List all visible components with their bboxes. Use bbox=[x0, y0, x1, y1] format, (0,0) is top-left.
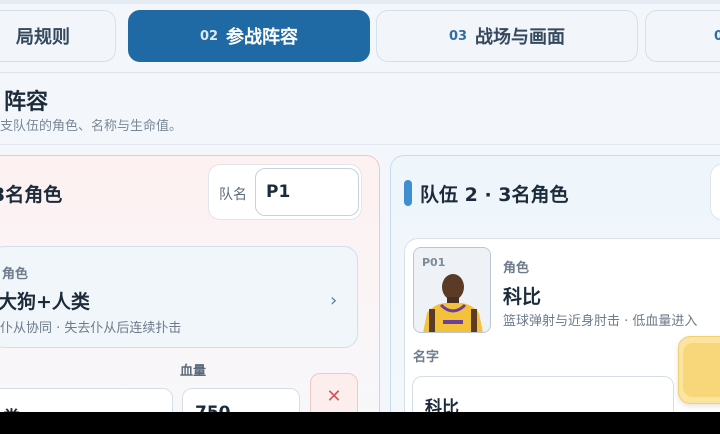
team-name-label: 队名 bbox=[219, 187, 247, 203]
tab-divider bbox=[0, 72, 720, 73]
team-2-name-box bbox=[710, 164, 720, 220]
action-button-face bbox=[683, 343, 720, 397]
role-label: 角色 bbox=[503, 261, 530, 276]
team-2-title: 队伍 2 · 3名角色 bbox=[420, 184, 569, 206]
page-subtitle: 支队伍的角色、名称与生命值。 bbox=[0, 119, 183, 134]
action-button[interactable] bbox=[678, 336, 720, 404]
tab-battlefield[interactable]: 03 战场与画面 bbox=[376, 10, 638, 62]
tab-label: 战场与画面 bbox=[475, 27, 566, 48]
character-avatar[interactable]: P01 bbox=[413, 247, 491, 333]
character-name-input[interactable]: 类 bbox=[0, 388, 173, 412]
tab-number: 0 bbox=[714, 28, 720, 44]
header-divider bbox=[0, 144, 720, 145]
role-name: 科比 bbox=[503, 286, 542, 308]
tab-number: 03 bbox=[448, 28, 468, 44]
tab-label: 参战阵容 bbox=[226, 27, 299, 48]
name-label: 名字 bbox=[413, 350, 440, 365]
role-description: 仆从协同 · 失去仆从后连续扑击 bbox=[0, 321, 182, 336]
app-screen: 局规则 02 参战阵容 03 战场与画面 0 阵容 支队伍的角色、名称与生命值。… bbox=[0, 0, 720, 412]
close-icon: ✕ bbox=[326, 386, 342, 407]
hp-label: 血量 bbox=[180, 364, 207, 379]
role-label: 角色 bbox=[2, 267, 29, 282]
team-2-color-bar bbox=[404, 180, 412, 206]
chevron-right-icon[interactable]: › bbox=[330, 290, 337, 311]
role-name: 大狗+人类 bbox=[0, 291, 90, 313]
delete-character-button[interactable]: ✕ bbox=[310, 373, 358, 412]
team-1-title: 3名角色 bbox=[0, 184, 63, 206]
tab-lineup[interactable]: 02 参战阵容 bbox=[128, 10, 370, 62]
hp-input[interactable]: 750 bbox=[182, 388, 300, 412]
team-1-name-box: 队名 P1 bbox=[208, 164, 362, 220]
top-strip bbox=[0, 0, 720, 4]
player-id: P01 bbox=[422, 256, 446, 269]
page-title: 阵容 bbox=[4, 90, 49, 115]
team-1-name-input[interactable]: P1 bbox=[255, 168, 359, 216]
tab-rules[interactable]: 局规则 bbox=[0, 10, 116, 62]
tab-next[interactable]: 0 bbox=[645, 10, 720, 62]
character-name-input[interactable]: 科比 bbox=[412, 376, 674, 412]
tab-number: 02 bbox=[199, 28, 219, 44]
role-description: 篮球弹射与近身肘击 · 低血量进入 bbox=[503, 314, 698, 329]
tab-label: 局规则 bbox=[16, 27, 70, 48]
